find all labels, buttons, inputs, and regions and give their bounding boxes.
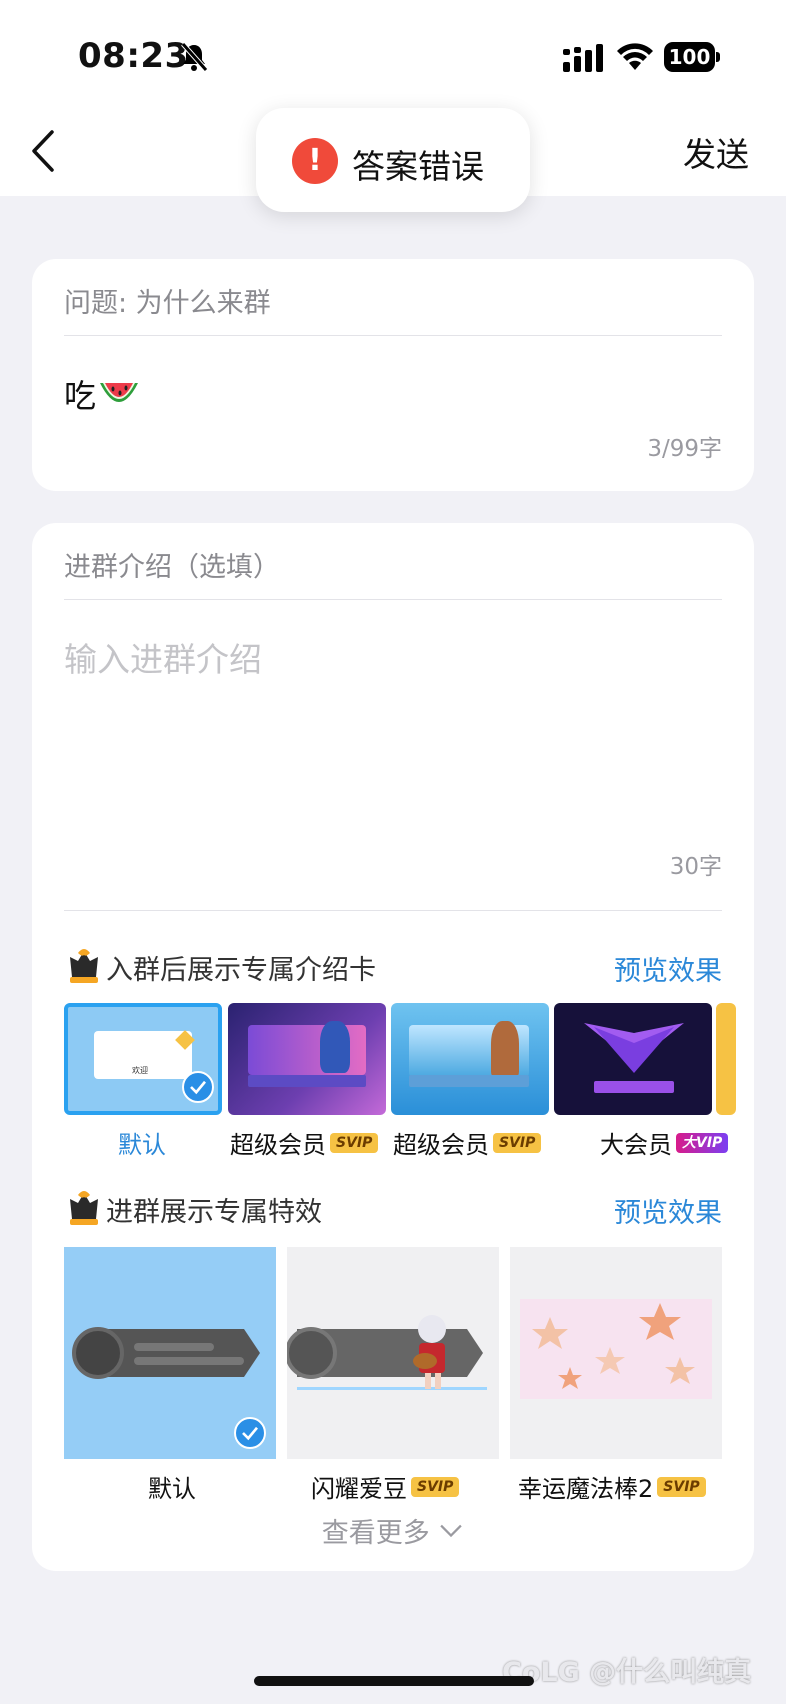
- bigvip-badge: 大VIP: [676, 1132, 729, 1153]
- check-icon: [234, 1417, 266, 1449]
- bell-muted-icon: [181, 42, 208, 72]
- effect-section-title: 进群展示专属特效: [64, 1189, 322, 1229]
- intro-char-count: 30字: [669, 854, 722, 880]
- card-option-label: 默认: [118, 1131, 166, 1159]
- card-option-svip-2[interactable]: [391, 1003, 549, 1115]
- effect-list: 默认 闪耀爱豆 SVIP 幸运魔法棒2 SVIP: [64, 1247, 722, 1507]
- status-time: 08:23: [78, 36, 189, 76]
- card-option-svip-1[interactable]: [228, 1003, 386, 1115]
- effect-option-label: 默认: [148, 1475, 196, 1503]
- effect-option-label: 闪耀爱豆 SVIP: [311, 1469, 460, 1504]
- crown-icon: [70, 1191, 98, 1225]
- svip-badge: SVIP: [493, 1132, 542, 1153]
- card-option-default[interactable]: 欢迎: [64, 1003, 222, 1115]
- see-more-text: 查看更多: [321, 1518, 430, 1549]
- watermark: CoLG @什么叫纯真: [502, 1657, 752, 1688]
- battery-level: 100: [664, 42, 715, 72]
- wifi-icon: [617, 43, 653, 70]
- intro-card: 进群介绍（选填） 输入进群介绍 30字 入群后展示专属介绍卡 预览效果 欢迎 默…: [32, 523, 754, 1571]
- svip-badge: SVIP: [330, 1132, 379, 1153]
- back-chevron-icon[interactable]: [28, 128, 58, 174]
- question-card: 问题: 为什么来群 吃 3/99字: [32, 259, 754, 491]
- see-more-button[interactable]: 查看更多: [32, 1511, 754, 1550]
- divider: [64, 599, 722, 600]
- error-toast: ! 答案错误: [256, 108, 530, 212]
- watermelon-emoji-icon: [100, 383, 139, 402]
- intro-input[interactable]: 输入进群介绍: [64, 633, 262, 681]
- effect-option-default[interactable]: [64, 1247, 276, 1459]
- effect-preview-link[interactable]: 预览效果: [614, 1191, 722, 1230]
- toast-text: 答案错误: [352, 147, 484, 186]
- card-option-bigvip[interactable]: [554, 1003, 712, 1115]
- card-option-label: 超级会员 SVIP: [230, 1125, 379, 1160]
- crown-icon: [70, 949, 98, 983]
- check-icon: [182, 1071, 214, 1103]
- effect-option-idol[interactable]: [285, 1247, 499, 1459]
- divider: [64, 335, 722, 336]
- effect-option-label: 幸运魔法棒2 SVIP: [518, 1469, 706, 1504]
- card-option-partial[interactable]: [716, 1003, 736, 1115]
- status-bar: 08:23 100: [0, 0, 786, 100]
- svip-badge: SVIP: [657, 1476, 706, 1497]
- intro-card-section-title: 入群后展示专属介绍卡: [64, 947, 376, 987]
- intro-card-list: 欢迎 默认 超级会员 SVIP 超级会员 SVIP 大会员 大VIP: [64, 1003, 754, 1173]
- signal-icon: [563, 44, 603, 72]
- question-label: 问题: 为什么来群: [64, 288, 271, 319]
- intro-card-preview-link[interactable]: 预览效果: [614, 949, 722, 988]
- battery-icon: 100: [664, 42, 720, 72]
- chevron-down-icon: [440, 1524, 462, 1538]
- intro-label: 进群介绍（选填）: [64, 552, 280, 583]
- answer-char-count: 3/99字: [647, 436, 722, 462]
- answer-text: 吃: [64, 377, 97, 415]
- effect-option-magic-wand[interactable]: [510, 1247, 722, 1459]
- send-button[interactable]: 发送: [683, 128, 749, 176]
- svip-badge: SVIP: [411, 1476, 460, 1497]
- effect-title-text: 进群展示专属特效: [106, 1196, 322, 1228]
- intro-card-title-text: 入群后展示专属介绍卡: [106, 954, 376, 986]
- card-welcome-text: 欢迎: [132, 1066, 148, 1075]
- card-option-label: 超级会员 SVIP: [393, 1125, 542, 1160]
- home-indicator[interactable]: [254, 1676, 534, 1686]
- error-icon: !: [292, 138, 338, 184]
- divider: [64, 910, 722, 911]
- answer-input[interactable]: 吃: [64, 371, 140, 417]
- card-option-label: 大会员 大VIP: [600, 1125, 729, 1160]
